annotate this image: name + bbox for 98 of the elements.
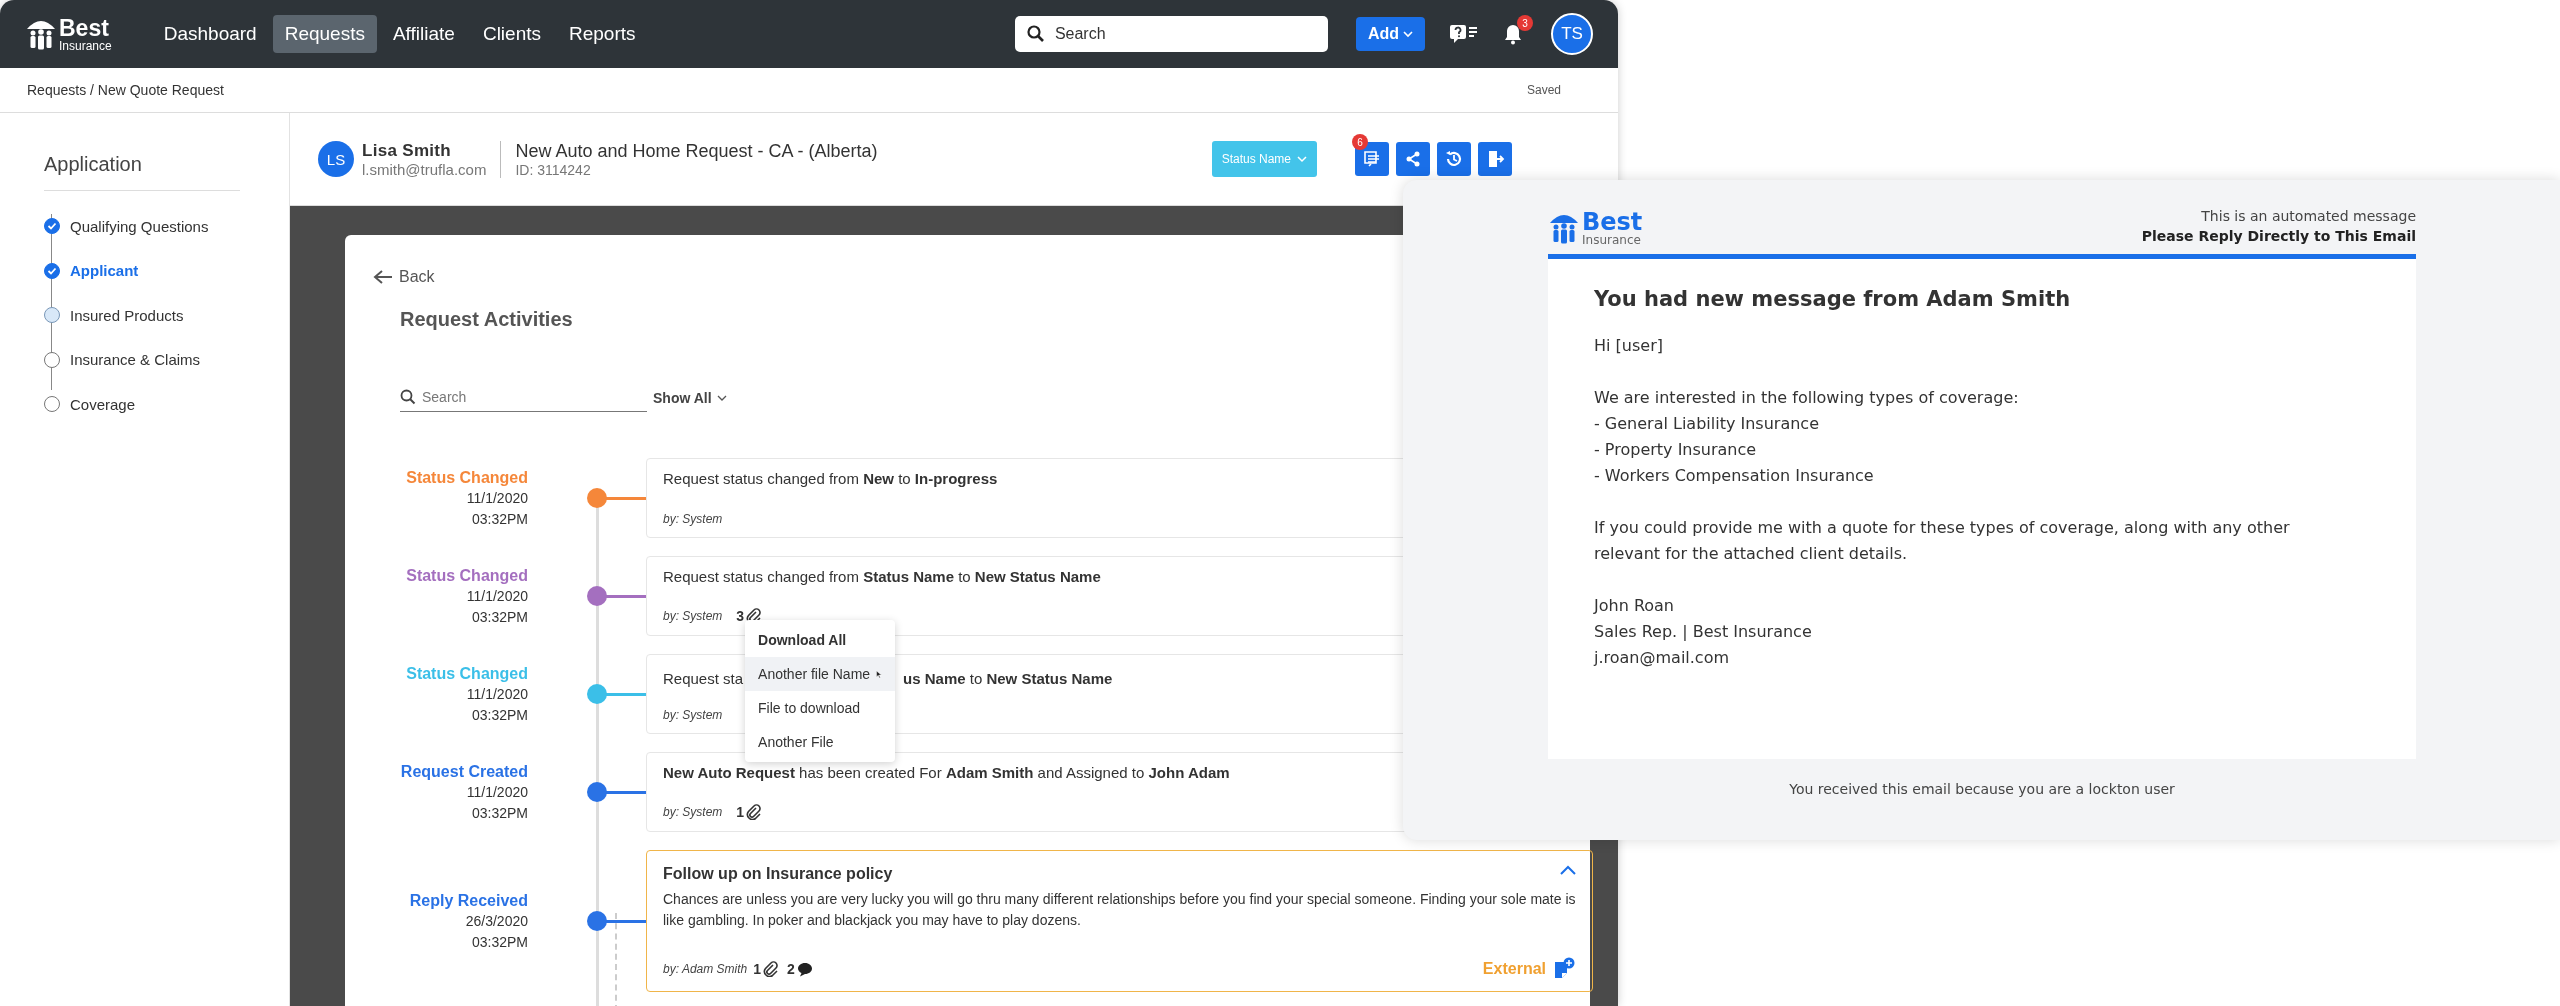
menu-item[interactable]: Download All bbox=[745, 623, 896, 657]
activity-text: Request status changed from Status Name to New Status Name bbox=[663, 568, 1102, 585]
email-title: You had new message from Adam Smith bbox=[1594, 287, 2072, 311]
comment-icon bbox=[796, 961, 813, 977]
client-name: Lisa Smith bbox=[362, 140, 452, 161]
activity-author: by: System bbox=[663, 512, 723, 526]
nav-tab[interactable]: Affiliate bbox=[380, 15, 467, 53]
search-field[interactable]: Search bbox=[1014, 16, 1328, 52]
email-line: - Workers Compensation Insurance bbox=[1594, 465, 1875, 487]
logo-name: Best bbox=[59, 16, 110, 40]
activity-type: Status Changed bbox=[406, 467, 528, 488]
email-line: If you could provide me with a quote for these types of coverage, along with any other bbox=[1594, 517, 2291, 539]
client-email: l.smith@trufla.com bbox=[362, 160, 487, 178]
caret-icon bbox=[716, 394, 727, 402]
section-title: Request Activities bbox=[400, 308, 574, 331]
activity-time: 03:32PM bbox=[471, 803, 528, 823]
logo-subtitle: Insurance bbox=[59, 39, 112, 52]
add-button[interactable]: Add bbox=[1355, 17, 1425, 51]
history-icon bbox=[1444, 149, 1464, 169]
email-footer: You received this email because you are a lockton user bbox=[1548, 781, 2416, 797]
reply-tag: External bbox=[1482, 960, 1546, 978]
menu-item[interactable]: Another file Name bbox=[745, 657, 896, 691]
notification-badge: 3 bbox=[1517, 15, 1533, 31]
email-line: Hi [user] bbox=[1594, 335, 1664, 357]
step-link[interactable]: Insurance & Claims bbox=[70, 351, 201, 369]
save-status: Saved bbox=[1526, 83, 1561, 97]
email-note: Please Reply Directly to This Email bbox=[2141, 227, 2416, 246]
activity-date: 26/3/2020 bbox=[465, 911, 528, 931]
nav-tab[interactable]: Reports bbox=[557, 15, 648, 53]
activity-text: Request status changed from New to In-progress bbox=[663, 470, 999, 487]
bell-icon[interactable] bbox=[1503, 23, 1523, 45]
activity-time: 03:32PM bbox=[471, 932, 528, 952]
email-line: Sales Rep. | Best Insurance bbox=[1594, 621, 1813, 643]
attachments-count[interactable]: 1 bbox=[753, 961, 780, 977]
activity-type: Reply Received bbox=[409, 890, 528, 911]
nav-tab[interactable]: Clients bbox=[470, 15, 553, 53]
help-icon[interactable] bbox=[1450, 24, 1478, 44]
nav-tab[interactable]: Requests bbox=[272, 15, 377, 53]
activity-time: 03:32PM bbox=[471, 509, 528, 529]
step-link[interactable]: Coverage bbox=[70, 395, 136, 413]
filter-dropdown[interactable]: Show All bbox=[653, 390, 727, 412]
request-id: ID: 3114242 bbox=[515, 161, 592, 178]
search-icon bbox=[400, 389, 416, 405]
add-note-icon[interactable] bbox=[1554, 957, 1576, 981]
activity-date: 11/1/2020 bbox=[466, 782, 528, 802]
paperclip-icon bbox=[746, 804, 763, 820]
share-button[interactable] bbox=[1396, 142, 1430, 176]
email-line: John Roan bbox=[1594, 595, 1675, 617]
breadcrumb: Requests / New Quote Request bbox=[27, 82, 224, 98]
paperclip-icon bbox=[763, 961, 780, 977]
user-avatar[interactable]: TS bbox=[1551, 13, 1593, 55]
step-link[interactable]: Insured Products bbox=[70, 306, 184, 324]
email-line: j.roan@mail.com bbox=[1594, 647, 1731, 669]
menu-item[interactable]: Another File bbox=[745, 725, 896, 759]
step-link[interactable]: Qualifying Questions bbox=[70, 217, 209, 235]
email-line: - General Liability Insurance bbox=[1594, 413, 1820, 435]
nav-tab[interactable]: Dashboard bbox=[151, 15, 269, 53]
back-link[interactable]: Back bbox=[373, 268, 435, 286]
activity-type: Status Changed bbox=[406, 663, 528, 684]
reply-title: Follow up on Insurance policy bbox=[663, 865, 893, 883]
activity-text: New Auto Request has been created For Adam Smith and Assigned to John Adam bbox=[663, 764, 1231, 781]
activity-text: Request sta bbox=[663, 670, 744, 687]
activity-time: 03:32PM bbox=[471, 705, 528, 725]
activity-date: 11/1/2020 bbox=[466, 488, 528, 508]
activity-date: 11/1/2020 bbox=[466, 684, 528, 704]
notes-badge: 6 bbox=[1352, 134, 1368, 150]
attachments-count[interactable]: 1 bbox=[736, 804, 763, 820]
request-title: New Auto and Home Request - CA - (Alberta) bbox=[515, 140, 878, 162]
activity-time: 03:32PM bbox=[471, 607, 528, 627]
caret-icon bbox=[1403, 30, 1413, 38]
menu-item[interactable]: File to download bbox=[745, 691, 896, 725]
logo-subtitle: Insurance bbox=[1582, 234, 1642, 246]
sidebar-title: Application bbox=[44, 153, 240, 191]
email-line: We are interested in the following types of coverage: bbox=[1594, 387, 2020, 409]
logo-name: Best bbox=[1582, 210, 1643, 234]
comments-count[interactable]: 2 bbox=[787, 961, 813, 977]
caret-icon bbox=[1297, 155, 1307, 163]
search-icon bbox=[1026, 25, 1045, 43]
activity-author: by: System bbox=[663, 708, 723, 722]
email-line: relevant for the attached client details. bbox=[1594, 543, 1909, 565]
activity-date: 11/1/2020 bbox=[466, 586, 528, 606]
arrow-left-icon bbox=[373, 269, 393, 285]
chevron-up-icon[interactable] bbox=[1560, 865, 1576, 875]
activity-text: us Name to New Status Name bbox=[903, 670, 1113, 687]
activity-author: by: Adam Smith bbox=[663, 962, 748, 976]
history-button[interactable] bbox=[1437, 142, 1471, 176]
activity-type: Request Created bbox=[400, 761, 528, 782]
step-link[interactable]: Applicant bbox=[70, 262, 139, 280]
activity-author: by: System bbox=[663, 609, 723, 623]
reply-text: Chances are unless you are very lucky you will go thru many different relationships before you find your special someone. Finding your sole mate is like gambling. In poker and blackjack you may have to play dozens. bbox=[663, 890, 1576, 930]
notes-icon bbox=[1362, 149, 1382, 169]
search-field[interactable]: Search bbox=[400, 389, 647, 412]
exit-button[interactable] bbox=[1478, 142, 1512, 176]
activity-type: Status Changed bbox=[406, 565, 528, 586]
email-note: This is an automated message bbox=[2201, 207, 2416, 226]
email-line: - Property Insurance bbox=[1594, 439, 1758, 461]
activity-author: by: System bbox=[663, 805, 723, 819]
client-avatar: LS bbox=[318, 141, 354, 177]
